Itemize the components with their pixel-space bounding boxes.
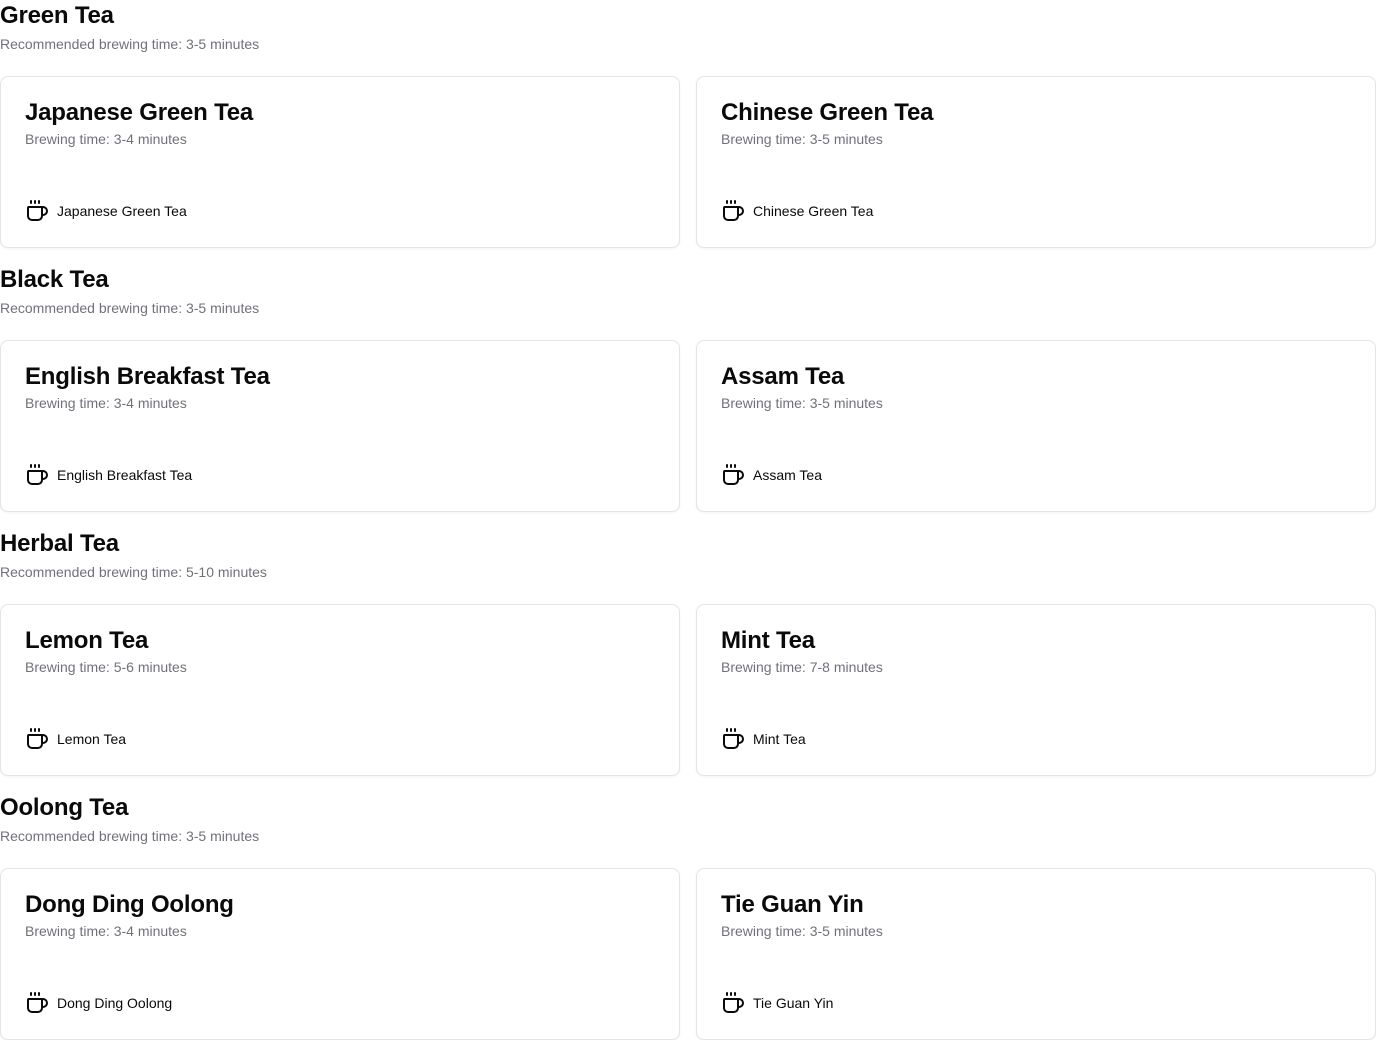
card-label: English Breakfast Tea <box>57 467 193 483</box>
card-title: Mint Tea <box>721 627 815 654</box>
card-label: Assam Tea <box>753 467 822 483</box>
section-oolong-tea: Oolong Tea Recommended brewing time: 3-5… <box>0 792 1376 1040</box>
card-footer: English Breakfast Tea <box>25 463 192 487</box>
coffee-cup-icon <box>721 199 745 223</box>
coffee-cup-icon <box>721 991 745 1015</box>
section-herbal-tea: Herbal Tea Recommended brewing time: 5-1… <box>0 528 1376 792</box>
card-title: Japanese Green Tea <box>25 99 254 126</box>
coffee-cup-icon <box>25 199 49 223</box>
tea-card[interactable]: Chinese Green Tea Brewing time: 3-5 minu… <box>696 76 1376 248</box>
brewing-time: Brewing time: 3-4 minutes <box>25 395 187 411</box>
section-subtitle: Recommended brewing time: 3-5 minutes <box>0 300 260 316</box>
coffee-cup-icon <box>721 727 745 751</box>
tea-card[interactable]: Assam Tea Brewing time: 3-5 minutes Assa… <box>696 340 1376 512</box>
card-title: Assam Tea <box>721 363 845 390</box>
brewing-time: Brewing time: 3-5 minutes <box>721 923 883 939</box>
card-footer: Chinese Green Tea <box>721 199 873 223</box>
card-title: English Breakfast Tea <box>25 363 270 390</box>
brewing-time: Brewing time: 3-4 minutes <box>25 923 187 939</box>
tea-card[interactable]: Dong Ding Oolong Brewing time: 3-4 minut… <box>0 868 680 1040</box>
section-title: Oolong Tea <box>0 794 129 821</box>
tea-card[interactable]: Tie Guan Yin Brewing time: 3-5 minutes T… <box>696 868 1376 1040</box>
coffee-cup-icon <box>25 463 49 487</box>
section-title: Herbal Tea <box>0 530 119 557</box>
card-label: Japanese Green Tea <box>57 203 187 219</box>
card-label: Mint Tea <box>753 731 806 747</box>
card-label: Tie Guan Yin <box>753 995 834 1011</box>
coffee-cup-icon <box>25 991 49 1015</box>
card-title: Dong Ding Oolong <box>25 891 234 918</box>
brewing-time: Brewing time: 7-8 minutes <box>721 659 883 675</box>
section-subtitle: Recommended brewing time: 3-5 minutes <box>0 36 260 52</box>
card-grid: English Breakfast Tea Brewing time: 3-4 … <box>0 340 1376 512</box>
tea-card[interactable]: Lemon Tea Brewing time: 5-6 minutes Lemo… <box>0 604 680 776</box>
section-green-tea: Green Tea Recommended brewing time: 3-5 … <box>0 0 1376 264</box>
card-footer: Assam Tea <box>721 463 822 487</box>
card-footer: Mint Tea <box>721 727 806 751</box>
coffee-cup-icon <box>721 463 745 487</box>
card-label: Lemon Tea <box>57 731 127 747</box>
card-grid: Lemon Tea Brewing time: 5-6 minutes Lemo… <box>0 604 1376 776</box>
section-subtitle: Recommended brewing time: 5-10 minutes <box>0 564 267 580</box>
brewing-time: Brewing time: 3-4 minutes <box>25 131 187 147</box>
tea-card[interactable]: Mint Tea Brewing time: 7-8 minutes Mint … <box>696 604 1376 776</box>
card-grid: Dong Ding Oolong Brewing time: 3-4 minut… <box>0 868 1376 1040</box>
coffee-cup-icon <box>25 727 49 751</box>
section-title: Green Tea <box>0 2 114 29</box>
card-title: Tie Guan Yin <box>721 891 864 918</box>
section-black-tea: Black Tea Recommended brewing time: 3-5 … <box>0 264 1376 528</box>
card-title: Lemon Tea <box>25 627 149 654</box>
card-grid: Japanese Green Tea Brewing time: 3-4 min… <box>0 76 1376 248</box>
card-title: Chinese Green Tea <box>721 99 934 126</box>
brewing-time: Brewing time: 3-5 minutes <box>721 395 883 411</box>
tea-card[interactable]: English Breakfast Tea Brewing time: 3-4 … <box>0 340 680 512</box>
card-label: Chinese Green Tea <box>753 203 874 219</box>
card-footer: Tie Guan Yin <box>721 991 833 1015</box>
card-footer: Japanese Green Tea <box>25 199 187 223</box>
card-footer: Dong Ding Oolong <box>25 991 172 1015</box>
card-label: Dong Ding Oolong <box>57 995 173 1011</box>
card-footer: Lemon Tea <box>25 727 126 751</box>
brewing-time: Brewing time: 3-5 minutes <box>721 131 883 147</box>
tea-card[interactable]: Japanese Green Tea Brewing time: 3-4 min… <box>0 76 680 248</box>
section-subtitle: Recommended brewing time: 3-5 minutes <box>0 828 260 844</box>
tea-catalog: Green Tea Recommended brewing time: 3-5 … <box>0 0 1376 1040</box>
section-title: Black Tea <box>0 266 109 293</box>
brewing-time: Brewing time: 5-6 minutes <box>25 659 187 675</box>
